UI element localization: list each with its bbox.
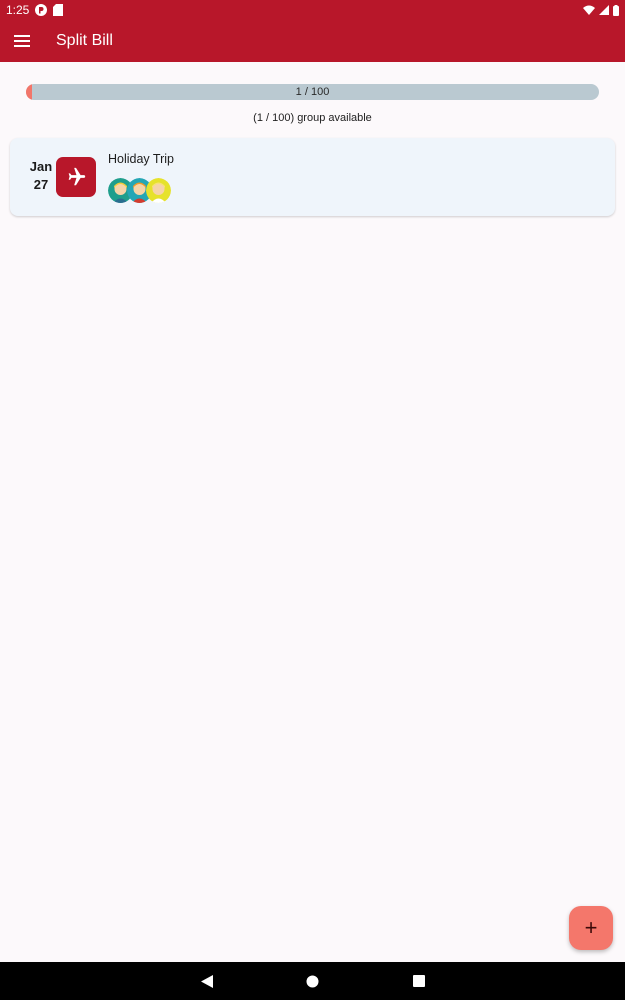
pocket-casts-icon — [35, 4, 48, 16]
signal-icon — [599, 5, 609, 15]
add-icon: + — [584, 915, 598, 940]
app-bar: Split Bill — [0, 20, 625, 62]
member-avatars — [108, 178, 198, 204]
system-nav-bar — [0, 962, 625, 1000]
group-usage-progress: 1 / 100 — [26, 84, 599, 100]
group-card[interactable]: Jan 27 Holiday Trip — [10, 138, 615, 216]
avatar — [146, 178, 171, 203]
battery-icon — [613, 4, 619, 16]
sd-card-icon — [53, 4, 64, 16]
group-available-text: (1 / 100) group available — [253, 112, 372, 124]
group-title: Holiday Trip — [108, 152, 174, 166]
add-group-button[interactable]: + — [569, 906, 613, 950]
airplane-icon — [56, 157, 96, 197]
status-time: 1:25 — [6, 3, 30, 17]
recents-icon[interactable] — [409, 971, 429, 991]
progress-label: 1 / 100 — [295, 86, 330, 98]
wifi-icon — [583, 5, 595, 15]
back-icon[interactable] — [197, 971, 217, 991]
hamburger-menu-icon[interactable] — [0, 20, 44, 62]
home-icon[interactable] — [303, 971, 323, 991]
app-title: Split Bill — [56, 32, 113, 49]
status-bar: 1:25 — [0, 0, 625, 20]
